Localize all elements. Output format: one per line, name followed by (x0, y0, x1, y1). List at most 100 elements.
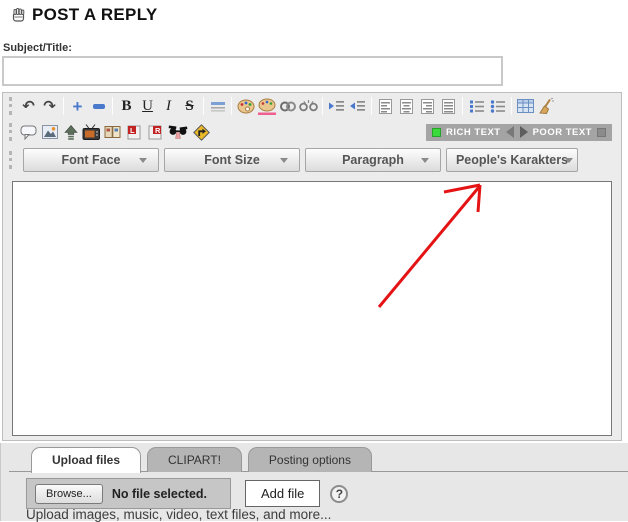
paragraph-label: Paragraph (342, 153, 404, 167)
ordered-list-button[interactable] (466, 95, 487, 118)
toggle-right-arrow-icon[interactable] (520, 126, 528, 138)
paragraph-dropdown[interactable]: Paragraph (305, 148, 441, 172)
peoples-karakters-dropdown[interactable]: People's Karakters (446, 148, 578, 172)
poor-text-indicator (597, 128, 606, 137)
italic-button[interactable]: I (158, 95, 179, 118)
increase-button[interactable]: + (67, 95, 88, 118)
separator (371, 97, 372, 115)
upload-caption: Upload images, music, video, text files,… (26, 507, 331, 522)
tab-posting-options[interactable]: Posting options (248, 447, 372, 472)
chevron-down-icon (139, 158, 147, 163)
minus-icon (93, 104, 105, 109)
align-right-button[interactable] (417, 95, 438, 118)
browse-button[interactable]: Browse... (35, 484, 103, 504)
underline-button[interactable]: U (137, 95, 158, 118)
toolbar-drag-handle-3[interactable] (9, 151, 13, 169)
table-icon (517, 99, 534, 113)
font-color-button[interactable] (235, 95, 256, 118)
indent-button[interactable] (326, 95, 347, 118)
tab-bar: Upload files CLIPART! Posting options (1, 443, 628, 472)
road-sign-button[interactable] (191, 121, 212, 144)
attachments-section: Upload files CLIPART! Posting options Br… (0, 443, 628, 521)
undo-button[interactable]: ↶ (18, 95, 39, 118)
ordered-list-icon (469, 99, 485, 113)
font-size-label: Font Size (204, 153, 260, 167)
align-left-icon (379, 99, 392, 114)
spoiler-button[interactable] (165, 121, 191, 144)
file-input[interactable]: Browse... No file selected. (26, 478, 231, 509)
outdent-button[interactable] (347, 95, 368, 118)
image-icon (42, 125, 58, 139)
remove-link-button[interactable] (298, 95, 319, 118)
indent-icon (328, 99, 345, 113)
toolbar-row-3: Font Face Font Size Paragraph People's K… (3, 145, 621, 175)
redo-button[interactable]: ↷ (39, 95, 60, 118)
italic-icon: I (166, 99, 171, 114)
road-sign-icon (193, 124, 210, 141)
photo-album-button[interactable] (102, 121, 123, 144)
float-left-button[interactable]: L (123, 121, 144, 144)
font-face-dropdown[interactable]: Font Face (23, 148, 159, 172)
subject-label: Subject/Title: (3, 42, 72, 54)
highlight-color-button[interactable] (256, 95, 277, 118)
justify-icon (442, 99, 455, 114)
svg-text:L: L (130, 126, 135, 135)
add-file-button[interactable]: Add file (245, 480, 320, 507)
chevron-down-icon (421, 158, 429, 163)
bullet-list-icon (490, 99, 506, 113)
horizontal-rule-button[interactable] (207, 95, 228, 118)
separator (511, 97, 512, 115)
link-icon (279, 100, 297, 113)
insert-image-button[interactable] (39, 121, 60, 144)
tv-icon (82, 124, 101, 140)
font-face-label: Font Face (61, 153, 120, 167)
outdent-icon (349, 99, 366, 113)
upload-controls: Browse... No file selected. Add file ? (26, 478, 348, 509)
undo-icon: ↶ (22, 99, 35, 114)
quote-button[interactable] (18, 121, 39, 144)
tab-clipart-label: CLIPART! (168, 453, 221, 467)
float-right-button[interactable]: R (144, 121, 165, 144)
toolbar-row-1: ↶ ↷ + B U I S (3, 93, 621, 119)
help-icon[interactable]: ? (330, 485, 348, 503)
align-center-icon (400, 99, 413, 114)
upload-arrow-icon (64, 125, 78, 140)
toggle-left-arrow-icon[interactable] (506, 126, 514, 138)
page-header: POST A REPLY (11, 5, 157, 25)
tab-clipart[interactable]: CLIPART! (147, 447, 242, 472)
svg-text:R: R (155, 126, 161, 135)
clean-formatting-button[interactable] (536, 95, 557, 118)
bold-button[interactable]: B (116, 95, 137, 118)
chevron-down-icon (565, 158, 573, 163)
font-size-dropdown[interactable]: Font Size (164, 148, 300, 172)
decrease-button[interactable] (88, 95, 109, 118)
underline-icon: U (142, 99, 153, 114)
justify-button[interactable] (438, 95, 459, 118)
tab-upload-files[interactable]: Upload files (31, 447, 141, 473)
bold-icon: B (121, 99, 131, 114)
upload-file-button[interactable] (60, 121, 81, 144)
subject-input[interactable] (2, 56, 503, 86)
align-center-button[interactable] (396, 95, 417, 118)
file-status-text: No file selected. (112, 487, 207, 501)
separator (203, 97, 204, 115)
insert-video-button[interactable] (81, 121, 102, 144)
insert-table-button[interactable] (515, 95, 536, 118)
peoples-karakters-label: People's Karakters (456, 153, 568, 167)
strikethrough-button[interactable]: S (179, 95, 200, 118)
toolbar-drag-handle-2[interactable] (9, 123, 13, 141)
horizontal-rule-icon (210, 99, 226, 113)
align-left-button[interactable] (375, 95, 396, 118)
tab-posting-options-label: Posting options (269, 453, 351, 467)
insert-link-button[interactable] (277, 95, 298, 118)
separator (322, 97, 323, 115)
rich-text-label: RICH TEXT (446, 127, 501, 138)
bullet-list-button[interactable] (487, 95, 508, 118)
separator (63, 97, 64, 115)
mode-toggle[interactable]: RICH TEXT POOR TEXT (426, 124, 612, 141)
separator (231, 97, 232, 115)
unlink-icon (299, 99, 318, 113)
message-body-editor[interactable] (12, 181, 612, 436)
separator (462, 97, 463, 115)
toolbar-drag-handle[interactable] (9, 97, 13, 115)
